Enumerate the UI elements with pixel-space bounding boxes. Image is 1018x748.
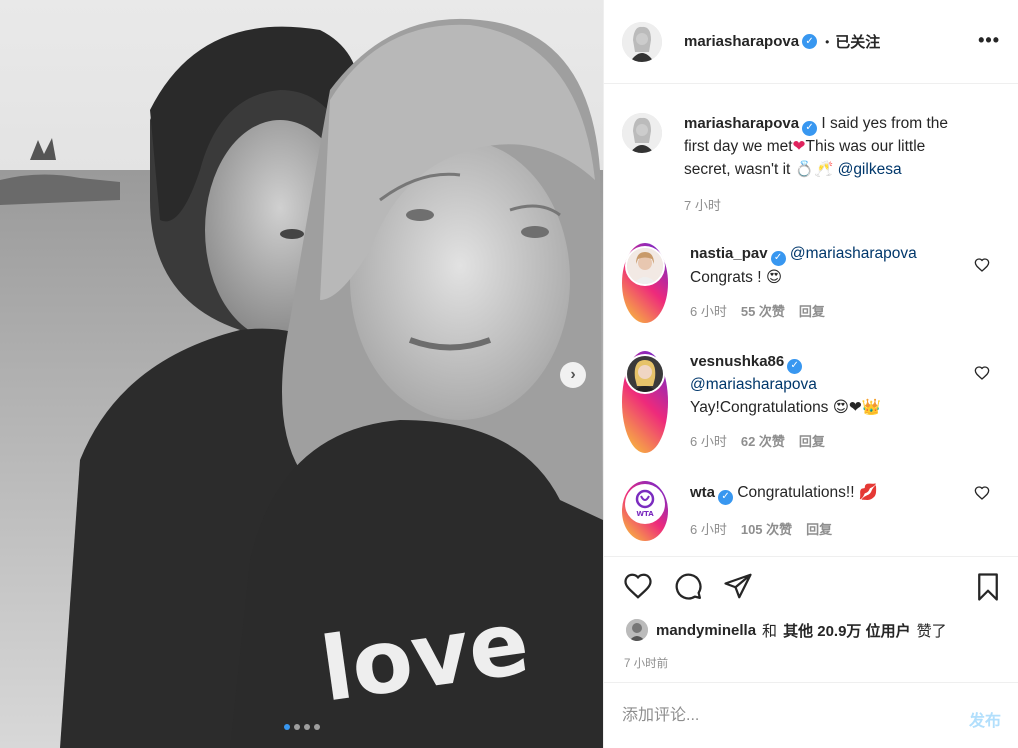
comment-time[interactable]: 6 小时 bbox=[690, 301, 727, 323]
caption-mention[interactable]: @gilkesa bbox=[838, 161, 902, 178]
reply-button[interactable]: 回复 bbox=[799, 301, 825, 323]
post-panel: mariasharapova ✓ • 已关注 ••• mariasharapov… bbox=[603, 0, 1018, 748]
more-options-icon[interactable]: ••• bbox=[978, 30, 1000, 51]
verified-icon: ✓ bbox=[787, 358, 803, 374]
reply-button[interactable]: 回复 bbox=[806, 519, 832, 541]
comment-mention[interactable]: @mariasharapova bbox=[790, 245, 917, 262]
commenter-username[interactable]: wta bbox=[690, 484, 715, 501]
likes-suffix: 赞了 bbox=[916, 622, 947, 640]
comment-time[interactable]: 6 小时 bbox=[690, 431, 727, 453]
likes-and: 和 bbox=[762, 622, 778, 640]
comment-likes[interactable]: 105 次赞 bbox=[741, 519, 792, 541]
comment-likes[interactable]: 62 次赞 bbox=[741, 431, 785, 453]
heart-icon[interactable] bbox=[622, 571, 654, 601]
post-header: mariasharapova ✓ • 已关注 ••• bbox=[604, 0, 1018, 84]
carousel-dot bbox=[303, 724, 310, 730]
comment-likes[interactable]: 55 次赞 bbox=[741, 301, 785, 323]
carousel-dots bbox=[0, 724, 603, 730]
story-ring[interactable] bbox=[622, 243, 668, 323]
likes-others[interactable]: 其他 20.9万 位用户 bbox=[783, 620, 911, 641]
caption: mariasharapova ✓ I said yes from the firs… bbox=[622, 113, 1002, 217]
next-photo-button[interactable]: › bbox=[560, 362, 586, 388]
share-icon[interactable] bbox=[722, 571, 754, 601]
comment-text: Congratulations!! bbox=[737, 484, 855, 501]
story-ring[interactable]: WTA bbox=[622, 481, 668, 541]
comment-item: nastia_pav ✓ @mariasharapova Congrats ! 😍… bbox=[622, 243, 1002, 323]
comment-item: WTA wta ✓ Congratulations!! 💋 6 小时 105 次赞… bbox=[622, 481, 1002, 541]
heart-emoji: ❤ bbox=[792, 137, 806, 155]
liker-avatar bbox=[626, 619, 648, 641]
comment-input[interactable] bbox=[622, 701, 942, 731]
caption-avatar[interactable] bbox=[622, 113, 662, 153]
post-comment-button[interactable]: 发布 bbox=[969, 707, 1001, 731]
comment-like-icon[interactable] bbox=[974, 365, 990, 381]
verified-icon: ✓ bbox=[802, 120, 818, 136]
commenter-username[interactable]: vesnushka86 bbox=[690, 353, 784, 370]
bookmark-icon[interactable] bbox=[973, 571, 1003, 603]
ring-emoji: 💍 bbox=[794, 159, 814, 178]
story-ring[interactable] bbox=[622, 351, 668, 453]
comment-emoji: 💋 bbox=[858, 483, 879, 501]
comment-like-icon[interactable] bbox=[974, 485, 990, 501]
liker-username[interactable]: mandyminella bbox=[656, 622, 756, 639]
carousel-dot bbox=[283, 724, 290, 730]
separator-dot: • bbox=[825, 34, 830, 49]
couple-photo-image: love bbox=[0, 0, 603, 748]
commenter-avatar bbox=[627, 356, 663, 392]
svg-text:WTA: WTA bbox=[636, 510, 654, 518]
post-timestamp[interactable]: 7 小时前 bbox=[624, 655, 668, 671]
verified-icon: ✓ bbox=[802, 34, 818, 49]
comment-text: Yay!Congratulations bbox=[690, 398, 829, 416]
comments-list[interactable]: mariasharapova ✓ I said yes from the firs… bbox=[604, 85, 1018, 555]
reply-button[interactable]: 回复 bbox=[799, 431, 825, 453]
post-photo[interactable]: love › bbox=[0, 0, 603, 748]
verified-icon: ✓ bbox=[770, 250, 786, 266]
caption-username[interactable]: mariasharapova bbox=[684, 115, 799, 132]
caption-time[interactable]: 7 小时 bbox=[684, 195, 721, 217]
commenter-avatar bbox=[627, 248, 663, 284]
author-username[interactable]: mariasharapova bbox=[684, 33, 799, 50]
comment-text: Congrats ! bbox=[690, 268, 762, 286]
comment-emoji: 😍 bbox=[765, 267, 782, 286]
comment-item: vesnushka86 ✓ @mariasharapova Yay!Congrat… bbox=[622, 351, 1002, 453]
likes-summary[interactable]: mandyminella 和 其他 20.9万 位用户 赞了 bbox=[626, 619, 947, 641]
verified-icon: ✓ bbox=[718, 489, 734, 505]
toast-emoji: 🥂 bbox=[813, 159, 834, 178]
wta-logo-icon: WTA bbox=[627, 486, 663, 522]
author-avatar[interactable] bbox=[622, 21, 662, 62]
following-button[interactable]: 已关注 bbox=[835, 31, 880, 52]
post-actions: mandyminella 和 其他 20.9万 位用户 赞了 7 小时前 bbox=[604, 556, 1018, 682]
comment-like-icon[interactable] bbox=[974, 257, 990, 273]
comment-time[interactable]: 6 小时 bbox=[690, 519, 727, 541]
comment-composer: 发布 bbox=[604, 682, 1018, 748]
comment-mention[interactable]: @mariasharapova bbox=[690, 376, 817, 393]
carousel-dot bbox=[293, 724, 300, 730]
comment-emoji: 😍❤👑 bbox=[832, 397, 882, 416]
comment-icon[interactable] bbox=[672, 571, 704, 601]
carousel-dot bbox=[313, 724, 320, 730]
commenter-username[interactable]: nastia_pav bbox=[690, 245, 768, 262]
